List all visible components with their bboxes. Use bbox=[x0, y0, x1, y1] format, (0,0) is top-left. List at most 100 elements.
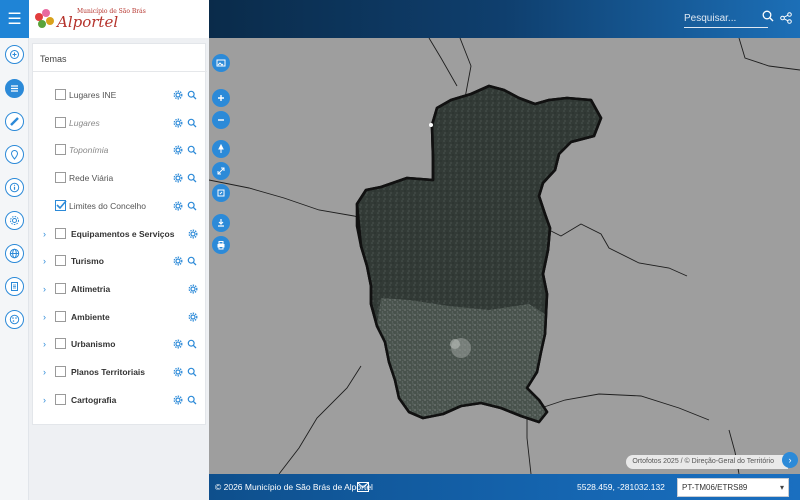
hamburger-menu-button[interactable]: ☰ bbox=[0, 0, 29, 38]
layer-checkbox[interactable] bbox=[55, 116, 66, 128]
gear-icon[interactable] bbox=[173, 118, 183, 128]
settings-icon bbox=[10, 216, 19, 225]
basemap-button[interactable] bbox=[212, 54, 230, 72]
add-layer-button[interactable] bbox=[5, 45, 24, 64]
layer-checkbox[interactable] bbox=[55, 338, 66, 350]
checkmark-icon bbox=[56, 200, 67, 209]
mail-icon[interactable] bbox=[357, 482, 369, 492]
municipality-logo[interactable]: Município de São Brás Alportel bbox=[29, 0, 209, 38]
zoom-to-layer-icon[interactable] bbox=[187, 256, 197, 266]
layer-label: Urbanismo bbox=[71, 339, 116, 350]
share-icon[interactable] bbox=[780, 12, 792, 24]
top-bar: ☰ Município de São Brás Alportel bbox=[0, 0, 800, 38]
zoom-out-button[interactable] bbox=[212, 111, 230, 129]
layer-row[interactable]: › Ambiente bbox=[33, 309, 207, 325]
gear-icon[interactable] bbox=[188, 312, 198, 322]
layer-checkbox[interactable] bbox=[55, 144, 66, 156]
search-input[interactable] bbox=[684, 8, 750, 29]
ruler-icon bbox=[10, 117, 19, 126]
layer-row[interactable]: › Equipamentos e Serviços bbox=[33, 226, 207, 242]
layer-row[interactable]: › Turismo bbox=[33, 253, 207, 269]
layer-label: Limites do Concelho bbox=[69, 200, 147, 211]
zoom-to-layer-icon[interactable] bbox=[187, 173, 197, 183]
basemap-icon bbox=[216, 59, 226, 67]
map-canvas[interactable] bbox=[209, 38, 800, 474]
north-button[interactable] bbox=[212, 140, 230, 158]
fullscreen-icon bbox=[217, 167, 225, 175]
app-root: ☰ Município de São Brás Alportel Pesquis… bbox=[0, 0, 800, 500]
zoom-to-layer-icon[interactable] bbox=[187, 201, 197, 211]
style-button[interactable] bbox=[5, 310, 24, 329]
layer-row[interactable]: Limites do Concelho bbox=[33, 198, 207, 214]
layer-row[interactable]: › Planos Territoriais bbox=[33, 364, 207, 380]
gear-icon[interactable] bbox=[173, 173, 183, 183]
zoom-to-layer-icon[interactable] bbox=[187, 395, 197, 405]
gear-icon[interactable] bbox=[173, 339, 183, 349]
layer-checkbox[interactable] bbox=[55, 227, 66, 239]
cursor-coordinates: 5528.459, -281032.132 bbox=[577, 482, 665, 492]
zoom-in-button[interactable] bbox=[212, 89, 230, 107]
layer-row[interactable]: › Urbanismo bbox=[33, 336, 207, 352]
layer-checkbox[interactable] bbox=[55, 393, 66, 405]
settings-button[interactable] bbox=[5, 211, 24, 230]
crs-select[interactable]: PT-TM06/ETRS89 (EPSG:3763) ▾ bbox=[677, 478, 789, 497]
themes-button[interactable] bbox=[5, 79, 24, 98]
layer-row[interactable]: Lugares INE bbox=[33, 87, 207, 103]
chevron-right-icon[interactable]: › bbox=[43, 364, 46, 380]
layer-checkbox[interactable] bbox=[55, 310, 66, 322]
gear-icon[interactable] bbox=[173, 395, 183, 405]
zoom-to-layer-icon[interactable] bbox=[187, 367, 197, 377]
gear-icon[interactable] bbox=[173, 256, 183, 266]
fullscreen-button[interactable] bbox=[212, 162, 230, 180]
gear-icon[interactable] bbox=[173, 145, 183, 155]
document-button[interactable] bbox=[5, 277, 24, 296]
gear-icon[interactable] bbox=[188, 284, 198, 294]
layer-row[interactable]: › Altimetria bbox=[33, 281, 207, 297]
chevron-right-icon[interactable]: › bbox=[43, 281, 46, 297]
attribution-toggle-button[interactable]: › bbox=[782, 452, 798, 468]
layer-checkbox[interactable] bbox=[55, 366, 66, 377]
search-icon[interactable] bbox=[762, 10, 774, 22]
print-icon bbox=[217, 241, 225, 250]
print-button[interactable] bbox=[212, 236, 230, 254]
globe-button[interactable] bbox=[5, 244, 24, 263]
chevron-right-icon[interactable]: › bbox=[43, 309, 46, 325]
gear-icon[interactable] bbox=[173, 201, 183, 211]
menu-icon: ☰ bbox=[7, 11, 22, 28]
plus-circle-icon bbox=[10, 50, 19, 59]
gear-icon[interactable] bbox=[173, 90, 183, 100]
map-attribution: Ortofotos 2025 / © Direção-Geral do Terr… bbox=[626, 455, 788, 469]
zoom-to-layer-icon[interactable] bbox=[187, 145, 197, 155]
chevron-right-icon[interactable]: › bbox=[43, 253, 46, 269]
layer-row[interactable]: Toponímia bbox=[33, 142, 207, 158]
layer-checkbox[interactable] bbox=[55, 199, 67, 211]
layer-row[interactable]: › Cartografia bbox=[33, 392, 207, 408]
header-bar bbox=[209, 0, 800, 38]
layer-label: Cartografia bbox=[71, 394, 117, 405]
measure-button[interactable] bbox=[5, 112, 24, 131]
pin-icon bbox=[10, 150, 19, 160]
gear-icon[interactable] bbox=[188, 229, 198, 239]
layer-row[interactable]: Rede Viária bbox=[33, 170, 207, 186]
zoom-to-layer-icon[interactable] bbox=[187, 90, 197, 100]
extent-button[interactable] bbox=[212, 184, 230, 202]
gear-icon[interactable] bbox=[173, 367, 183, 377]
download-button[interactable] bbox=[212, 214, 230, 232]
info-button[interactable] bbox=[5, 178, 24, 197]
zoom-to-layer-icon[interactable] bbox=[187, 339, 197, 349]
layer-checkbox[interactable] bbox=[55, 282, 66, 294]
copyright-text: © 2026 Município de São Brás de Alportel bbox=[215, 482, 373, 492]
zoom-out-icon bbox=[218, 119, 224, 121]
layer-label: Lugares INE bbox=[69, 90, 117, 100]
layer-checkbox[interactable] bbox=[55, 89, 66, 100]
layer-checkbox[interactable] bbox=[55, 172, 66, 184]
chevron-right-icon[interactable]: › bbox=[43, 226, 46, 242]
info-icon bbox=[9, 182, 20, 193]
layer-row[interactable]: Lugares bbox=[33, 115, 207, 131]
zoom-to-layer-icon[interactable] bbox=[187, 118, 197, 128]
chevron-right-icon[interactable]: › bbox=[43, 336, 46, 352]
locate-button[interactable] bbox=[5, 145, 24, 164]
layer-checkbox[interactable] bbox=[55, 255, 66, 267]
chevron-right-icon: › bbox=[788, 455, 792, 465]
chevron-right-icon[interactable]: › bbox=[43, 392, 46, 408]
